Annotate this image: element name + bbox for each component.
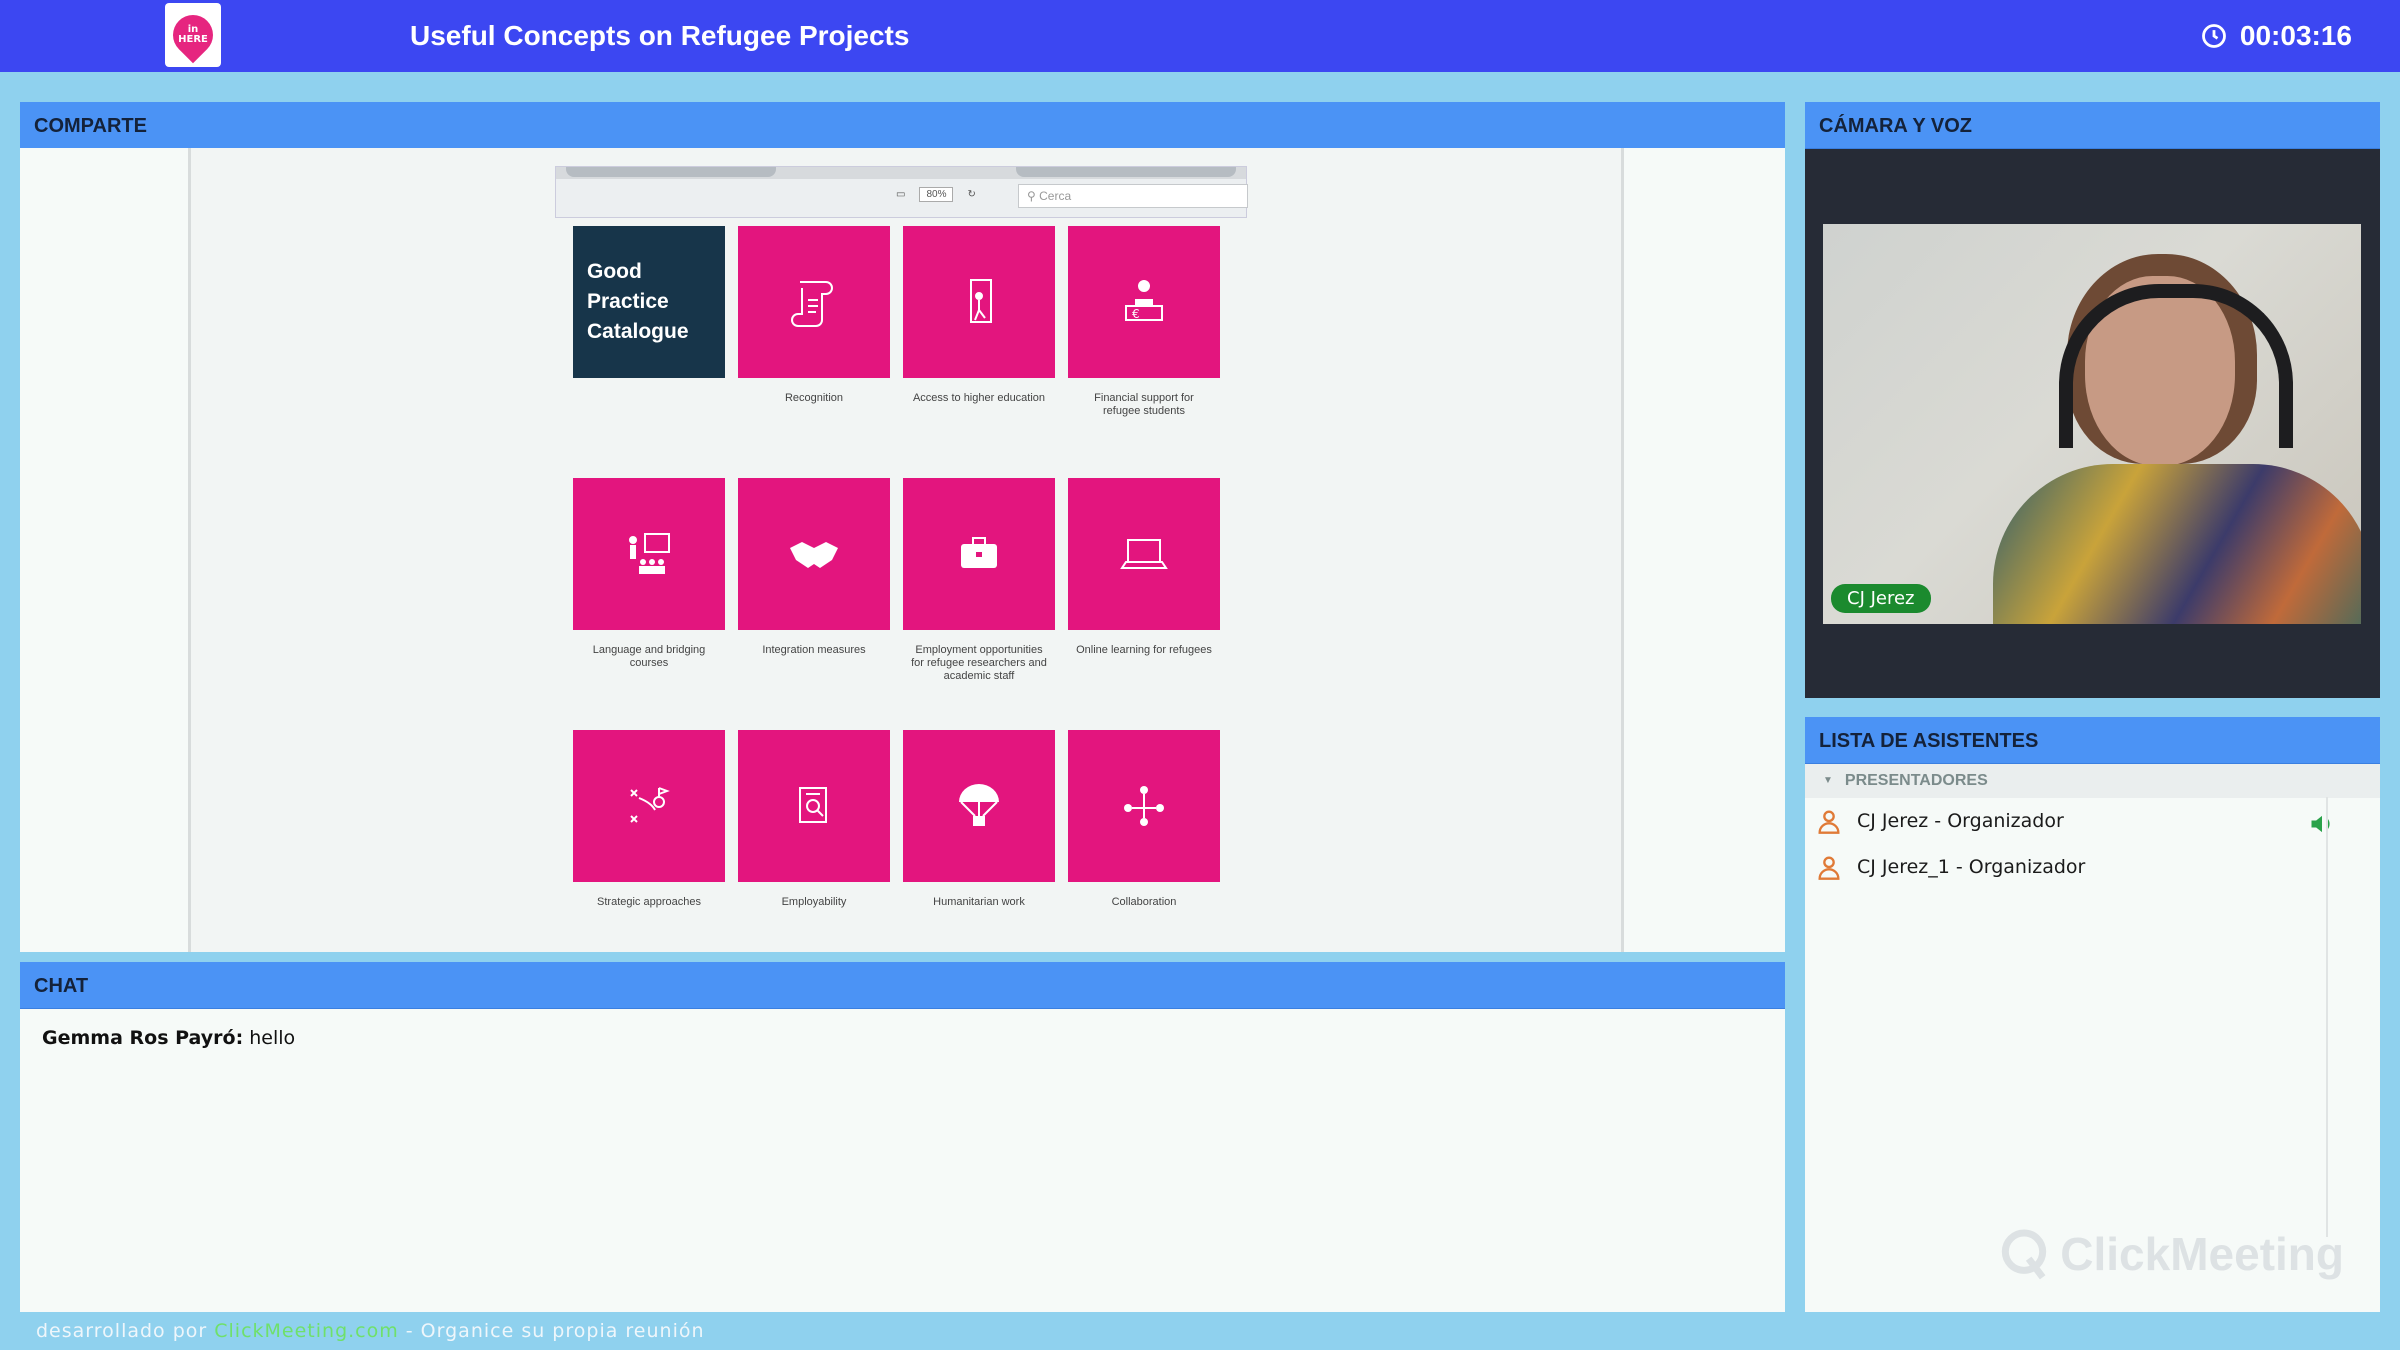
briefcase-icon	[961, 537, 997, 568]
attendee-name: CJ Jerez - Organizador	[1857, 810, 2064, 832]
presenters-section-toggle[interactable]: ▼ PRESENTADORES	[1805, 764, 2380, 798]
attendee-item[interactable]: CJ Jerez_1 - Organizador	[1805, 844, 2380, 890]
clickmeeting-logo-icon	[2002, 1229, 2047, 1280]
timer-value: 00:03:16	[2239, 20, 2352, 51]
door-walk-icon	[970, 279, 992, 323]
share-panel-title: COMPARTE	[20, 102, 1785, 149]
attendee-list-title: LISTA DE ASISTENTES	[1805, 717, 2380, 764]
top-bar: in HERE Useful Concepts on Refugee Proje…	[0, 0, 2400, 72]
search-icon: ⚲	[1027, 189, 1040, 203]
euro-support-icon: €	[1125, 280, 1163, 321]
scroll-icon	[791, 281, 833, 327]
caret-down-icon: ▼	[1823, 775, 1833, 786]
catalogue-tile: Recognition	[738, 226, 890, 478]
catalogue-tile: Employment opportunities for refugee res…	[903, 478, 1055, 730]
clickmeeting-link[interactable]: ClickMeeting.com	[214, 1320, 399, 1342]
catalogue-tile: € Financial support for refugee students	[1068, 226, 1220, 478]
browser-search-box: ⚲ Cerca	[1018, 184, 1248, 208]
camera-panel: CÁMARA Y VOZ CJ Jerez	[1805, 102, 2380, 698]
chat-message: Gemma Ros Payró: hello	[20, 1009, 1785, 1067]
svg-text:€: €	[1132, 307, 1140, 321]
zoom-level: 80%	[919, 187, 954, 202]
handshake-icon	[790, 542, 838, 568]
reload-icon: ↻	[967, 189, 976, 200]
catalogue-tile: Strategic approaches	[573, 730, 725, 982]
classroom-icon	[629, 533, 670, 574]
parachute-icon	[959, 784, 999, 826]
user-icon	[1818, 856, 1840, 880]
attendee-list-panel: LISTA DE ASISTENTES ▼ PRESENTADORES CJ J…	[1805, 717, 2380, 1312]
chat-panel-title: CHAT	[20, 962, 1785, 1009]
catalogue-tile: Online learning for refugees	[1068, 478, 1220, 730]
chat-panel: CHAT Gemma Ros Payró: hello	[20, 962, 1785, 1312]
attendee-item[interactable]: CJ Jerez - Organizador	[1805, 798, 2380, 844]
catalogue-tile: Employability	[738, 730, 890, 982]
attendee-name: CJ Jerez_1 - Organizador	[1857, 856, 2086, 878]
clickmeeting-watermark: ClickMeeting	[1996, 1226, 2344, 1282]
shared-browser-toolbar: ▭ 80% ↻ ⚲ Cerca	[555, 166, 1248, 218]
speaker-icon	[2311, 815, 2330, 833]
footer: desarrollado por ClickMeeting.com - Orga…	[36, 1320, 705, 1342]
meeting-title: Useful Concepts on Refugee Projects	[410, 20, 910, 51]
camera-panel-title: CÁMARA Y VOZ	[1805, 102, 2380, 149]
network-icon	[1124, 786, 1164, 826]
reader-view-icon: ▭	[896, 189, 906, 200]
catalogue-tile: Collaboration	[1068, 730, 1220, 982]
location-pin-icon: in HERE	[164, 6, 222, 64]
cv-search-icon	[799, 787, 827, 823]
shared-screen[interactable]: ▭ 80% ↻ ⚲ Cerca Good Practice Catalogue …	[20, 148, 1785, 952]
user-icon	[1818, 810, 1840, 834]
catalogue-title-tile: Good Practice Catalogue	[573, 226, 725, 378]
headset-icon	[2059, 284, 2293, 448]
clock-icon	[2202, 24, 2226, 48]
chat-text: hello	[249, 1027, 296, 1049]
scrollbar[interactable]	[2326, 797, 2328, 1237]
catalogue-tile: Access to higher education	[903, 226, 1055, 478]
practice-catalogue-grid: Good Practice Catalogue Recognition Acce…	[573, 226, 1229, 982]
participant-video[interactable]: CJ Jerez	[1823, 224, 2361, 624]
logo: in HERE	[164, 3, 222, 67]
catalogue-tile: Language and bridging courses	[573, 478, 725, 730]
catalogue-tile: Integration measures	[738, 478, 890, 730]
chat-author: Gemma Ros Payró:	[42, 1027, 244, 1049]
meeting-timer: 00:03:16	[2200, 20, 2352, 52]
catalogue-tile: Humanitarian work	[903, 730, 1055, 982]
laptop-icon	[1120, 539, 1168, 569]
strategy-icon	[630, 787, 670, 823]
participant-name-tag: CJ Jerez	[1831, 584, 1931, 613]
share-panel: COMPARTE ▭ 80% ↻ ⚲ Cerca Good Practice C…	[20, 102, 1785, 952]
